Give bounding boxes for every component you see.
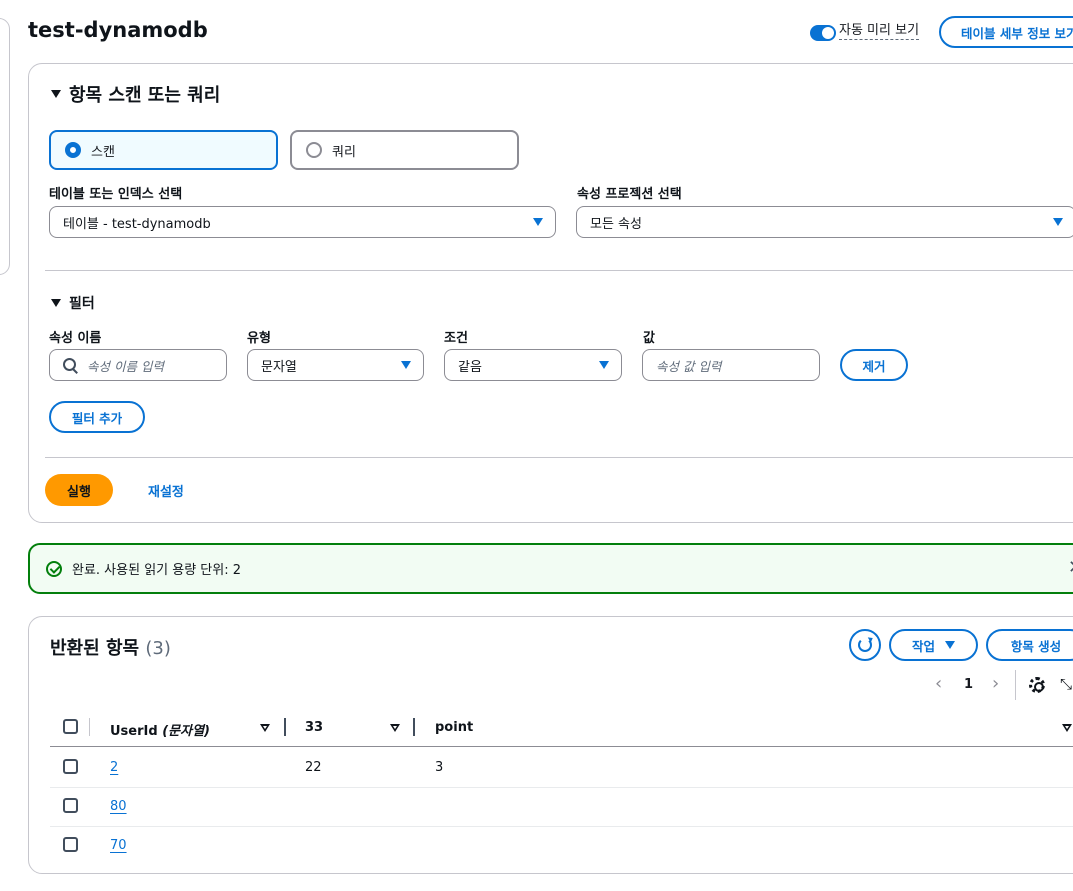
- column-type: (문자열): [162, 724, 210, 739]
- attr-name-input[interactable]: 속성 이름 입력: [49, 349, 227, 381]
- column-resizer[interactable]: [413, 718, 415, 736]
- run-button[interactable]: 실행: [45, 474, 113, 506]
- actions-label: 작업: [911, 638, 935, 654]
- table-index-value: 테이블 - test-dynamodb: [63, 216, 211, 232]
- filter-header[interactable]: 필터: [51, 293, 95, 313]
- row-userid-link[interactable]: 70: [110, 838, 127, 853]
- results-title: 반환된 항목 (3): [50, 634, 171, 660]
- divider: [45, 270, 1073, 271]
- create-item-button[interactable]: 항목 생성: [986, 629, 1073, 661]
- radio-scan-label: 스캔: [91, 144, 115, 160]
- radio-query[interactable]: 쿼리: [290, 130, 519, 170]
- attr-name-label: 속성 이름: [49, 331, 102, 346]
- projection-value: 모든 속성: [590, 216, 642, 232]
- attr-name-placeholder: 속성 이름 입력: [87, 358, 164, 374]
- caret-down-icon: [401, 361, 411, 369]
- table-header-divider: [50, 746, 1073, 747]
- caret-down-icon: [1053, 218, 1063, 226]
- expand-icon[interactable]: ⤡: [1060, 675, 1072, 693]
- check-circle-icon: [46, 560, 62, 577]
- page-title: test-dynamodb: [28, 18, 208, 42]
- gear-icon[interactable]: [1029, 677, 1045, 693]
- remove-filter-button[interactable]: 제거: [840, 349, 908, 381]
- row-checkbox[interactable]: [63, 837, 78, 852]
- add-filter-button[interactable]: 필터 추가: [49, 401, 145, 433]
- table-index-label: 테이블 또는 인덱스 선택: [49, 187, 183, 202]
- column-header-33[interactable]: 33: [305, 720, 323, 735]
- divider: [45, 457, 1073, 458]
- divider: [1015, 670, 1016, 700]
- caret-down-icon: [533, 218, 543, 226]
- side-panel-edge: [0, 18, 10, 275]
- chevron-right-icon[interactable]: ›: [992, 673, 999, 694]
- radio-unselected-icon: [306, 142, 322, 158]
- filter-title: 필터: [69, 296, 95, 312]
- table-index-select[interactable]: 테이블 - test-dynamodb: [49, 206, 556, 238]
- condition-value: 같음: [458, 359, 482, 375]
- results-count: (3): [145, 638, 171, 659]
- refresh-button[interactable]: [849, 629, 881, 661]
- actions-button[interactable]: 작업: [889, 629, 978, 661]
- row-checkbox[interactable]: [63, 759, 78, 774]
- radio-query-label: 쿼리: [332, 144, 356, 160]
- caret-down-icon: [945, 641, 955, 649]
- type-value: 문자열: [261, 359, 297, 375]
- sort-icon[interactable]: [390, 724, 400, 732]
- page-number[interactable]: 1: [964, 677, 973, 692]
- radio-selected-icon: [65, 142, 81, 158]
- radio-scan[interactable]: 스캔: [49, 130, 278, 170]
- column-divider: [89, 718, 90, 736]
- collapse-caret-icon: [51, 90, 61, 98]
- projection-select[interactable]: 모든 속성: [576, 206, 1073, 238]
- projection-label: 속성 프로젝션 선택: [577, 187, 682, 202]
- value-input[interactable]: 속성 값 입력: [642, 349, 820, 381]
- row-divider: [50, 787, 1073, 788]
- close-icon[interactable]: ✕: [1068, 557, 1073, 578]
- row-cell-point: 3: [435, 760, 444, 775]
- condition-select[interactable]: 같음: [444, 349, 622, 381]
- chevron-left-icon[interactable]: ‹: [935, 673, 942, 694]
- auto-preview-toggle[interactable]: [810, 25, 836, 41]
- results-title-text: 반환된 항목: [50, 638, 140, 659]
- row-divider: [50, 826, 1073, 827]
- refresh-icon: [858, 638, 872, 652]
- value-label: 값: [643, 331, 655, 346]
- row-userid-link[interactable]: 2: [110, 760, 118, 775]
- reset-button[interactable]: 재설정: [148, 481, 184, 500]
- select-all-checkbox[interactable]: [63, 719, 78, 734]
- caret-down-icon: [599, 361, 609, 369]
- alert-message: 완료. 사용된 읽기 용량 단위: 2: [72, 563, 242, 578]
- condition-label: 조건: [444, 331, 468, 346]
- type-select[interactable]: 문자열: [247, 349, 424, 381]
- column-header-point[interactable]: point: [435, 720, 473, 735]
- row-checkbox[interactable]: [63, 798, 78, 813]
- value-placeholder: 속성 값 입력: [656, 358, 722, 374]
- collapse-caret-icon: [51, 299, 61, 307]
- scan-query-title: 항목 스캔 또는 쿼리: [69, 85, 221, 106]
- column-resizer[interactable]: [284, 718, 286, 736]
- sort-icon[interactable]: [260, 724, 270, 732]
- success-alert: 완료. 사용된 읽기 용량 단위: 2 ✕: [28, 543, 1073, 594]
- row-cell-33: 22: [305, 760, 322, 775]
- column-name: UserId: [110, 724, 158, 739]
- auto-preview-label[interactable]: 자동 미리 보기: [839, 22, 920, 40]
- column-header-userid[interactable]: UserId (문자열): [110, 720, 210, 739]
- table-details-button[interactable]: 테이블 세부 정보 보기: [939, 16, 1073, 48]
- type-label: 유형: [247, 331, 271, 346]
- sort-icon[interactable]: [1062, 724, 1072, 732]
- row-userid-link[interactable]: 80: [110, 799, 127, 814]
- scan-query-header[interactable]: 항목 스캔 또는 쿼리: [51, 81, 220, 107]
- search-icon: [63, 358, 77, 372]
